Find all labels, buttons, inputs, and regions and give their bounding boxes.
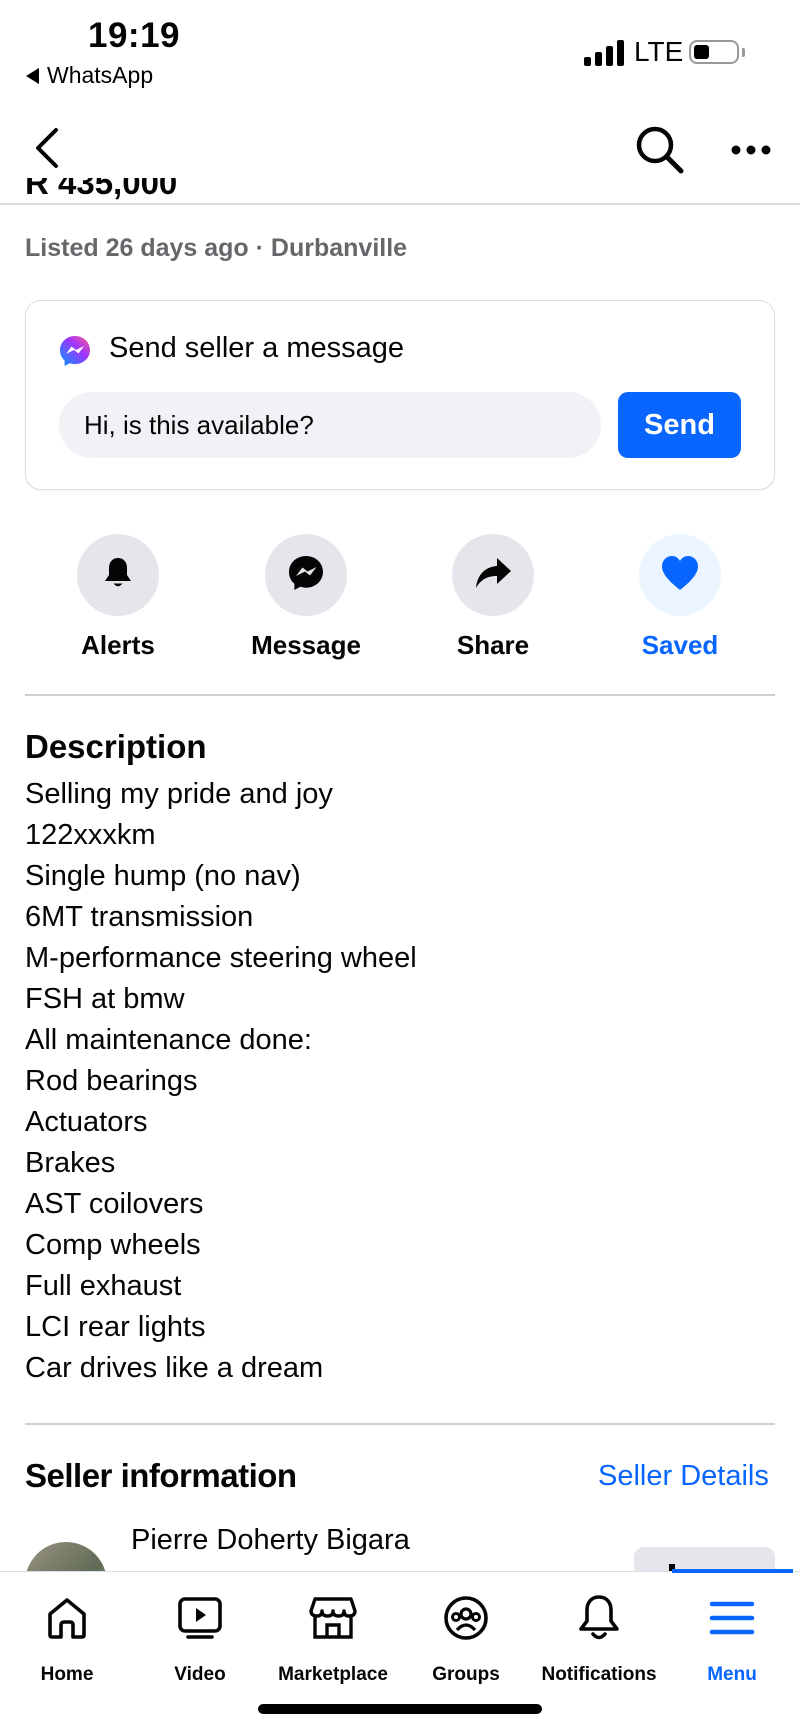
description-line: Actuators bbox=[25, 1106, 148, 1138]
share-label: Share bbox=[456, 630, 530, 660]
send-button[interactable]: Send bbox=[618, 392, 741, 458]
description-heading: Description bbox=[25, 728, 207, 765]
back-chevron-icon[interactable] bbox=[30, 126, 64, 175]
saved-button[interactable]: Saved bbox=[600, 534, 760, 661]
groups-icon bbox=[399, 1588, 533, 1648]
message-input[interactable]: Hi, is this available? bbox=[59, 392, 601, 458]
search-icon[interactable] bbox=[634, 124, 686, 181]
description-line: 6MT transmission bbox=[25, 901, 254, 933]
description-line: Rod bearings bbox=[25, 1065, 198, 1097]
description-line: Single hump (no nav) bbox=[25, 860, 301, 892]
battery-icon bbox=[689, 40, 739, 64]
share-arrow-icon bbox=[473, 555, 513, 596]
tab-marketplace[interactable]: Marketplace bbox=[266, 1588, 400, 1686]
tab-label: Menu bbox=[707, 1664, 757, 1685]
description-line: Comp wheels bbox=[25, 1229, 201, 1261]
description-line: 122xxxkm bbox=[25, 819, 156, 851]
description-line: Full exhaust bbox=[25, 1270, 182, 1302]
description-line: Car drives like a dream bbox=[25, 1352, 324, 1384]
alerts-label: Alerts bbox=[81, 630, 155, 660]
description-line: AST coilovers bbox=[25, 1188, 204, 1220]
bell-icon bbox=[532, 1588, 666, 1648]
description-line: M-performance steering wheel bbox=[25, 942, 417, 974]
heart-icon bbox=[659, 554, 701, 597]
back-to-app-link[interactable]: WhatsApp bbox=[26, 62, 153, 89]
listing-price-clipped: R 435,000 bbox=[25, 178, 178, 201]
description-line: FSH at bmw bbox=[25, 983, 185, 1015]
description-line: Selling my pride and joy bbox=[25, 778, 333, 810]
video-icon bbox=[133, 1588, 267, 1648]
message-button[interactable]: Message bbox=[226, 534, 386, 661]
messenger-logo-icon bbox=[58, 334, 92, 373]
send-message-title: Send seller a message bbox=[109, 332, 404, 364]
tab-video[interactable]: Video bbox=[133, 1588, 267, 1686]
more-options-icon[interactable] bbox=[730, 143, 772, 161]
tab-label: Marketplace bbox=[278, 1664, 388, 1685]
seller-name[interactable]: Pierre Doherty Bigara bbox=[131, 1524, 410, 1557]
saved-label: Saved bbox=[641, 630, 719, 660]
marketplace-icon bbox=[266, 1588, 400, 1648]
tab-label: Groups bbox=[432, 1664, 500, 1685]
back-app-label: WhatsApp bbox=[47, 62, 154, 88]
cellular-signal-icon bbox=[584, 38, 624, 66]
back-triangle-icon bbox=[26, 67, 39, 84]
network-type: LTE bbox=[634, 36, 684, 67]
tab-home[interactable]: Home bbox=[0, 1588, 134, 1686]
divider bbox=[25, 694, 775, 696]
description-body: Selling my pride and joy 122xxxkm Single… bbox=[25, 774, 417, 1389]
tab-menu[interactable]: Menu bbox=[665, 1588, 799, 1686]
description-line: LCI rear lights bbox=[25, 1311, 206, 1343]
status-time: 19:19 bbox=[88, 16, 181, 55]
home-indicator bbox=[258, 1704, 542, 1714]
tab-notifications[interactable]: Notifications bbox=[532, 1588, 666, 1686]
divider bbox=[25, 1423, 775, 1425]
tab-groups[interactable]: Groups bbox=[399, 1588, 533, 1686]
description-line: All maintenance done: bbox=[25, 1024, 312, 1056]
alerts-button[interactable]: Alerts bbox=[38, 534, 198, 661]
listing-meta: Listed 26 days ago · Durbanville bbox=[25, 234, 408, 262]
tab-label: Notifications bbox=[541, 1664, 657, 1685]
menu-icon bbox=[665, 1588, 799, 1648]
messenger-icon bbox=[286, 553, 326, 598]
home-icon bbox=[0, 1588, 134, 1648]
active-tab-indicator bbox=[672, 1569, 793, 1573]
tab-label: Home bbox=[40, 1664, 94, 1685]
bell-icon bbox=[100, 555, 136, 596]
share-button[interactable]: Share bbox=[413, 534, 573, 661]
tab-label: Video bbox=[174, 1664, 226, 1685]
seller-info-heading: Seller information bbox=[25, 1457, 297, 1494]
description-line: Brakes bbox=[25, 1147, 116, 1179]
message-label: Message bbox=[251, 630, 361, 660]
seller-details-link[interactable]: Seller Details bbox=[598, 1460, 769, 1493]
